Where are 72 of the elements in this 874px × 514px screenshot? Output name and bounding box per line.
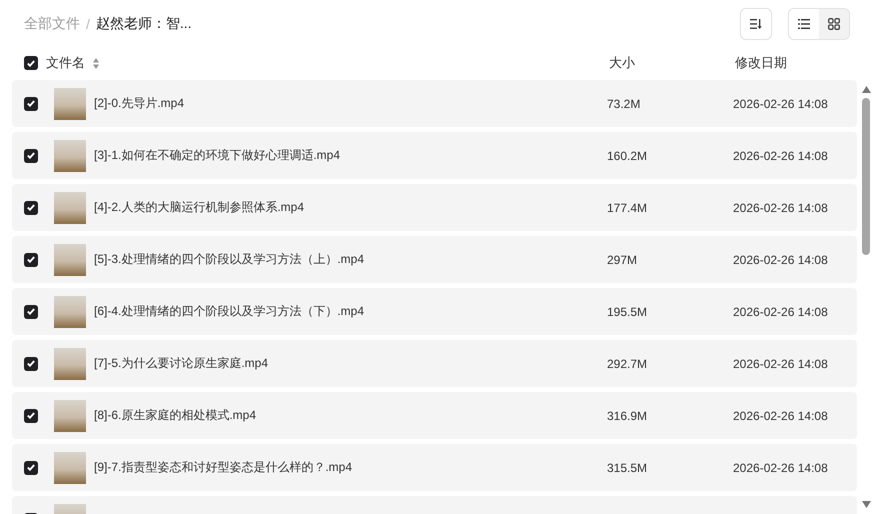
modified-date: 2026-02-26 14:08 [733,460,828,474]
breadcrumb-separator: / [86,16,90,32]
sort-arrows-icon[interactable] [93,58,99,68]
checkbox[interactable] [24,200,38,214]
grid-icon [828,18,840,30]
file-name: [4]-2.人类的大脑运行机制参照体系.mp4 [94,199,304,216]
modified-date: 2026-02-26 14:08 [733,304,828,318]
checkmark-icon [27,464,35,471]
file-row[interactable]: [5]-3.处理情绪的四个阶段以及学习方法（上）.mp4 297M 2026-02-26 14:08 [12,236,857,283]
file-size: 160.2M [607,148,648,162]
file-name: [3]-1.如何在不确定的环境下做好心理调适.mp4 [94,147,340,164]
checkmark-icon [27,100,35,107]
checkbox[interactable] [24,356,38,370]
file-name: [2]-0.先导片.mp4 [94,95,184,112]
checkbox[interactable] [24,252,38,266]
video-thumbnail-placeholder [54,296,86,328]
breadcrumb-link[interactable]: 赵然老师：智... [96,15,192,33]
scrollbar-thumb[interactable] [862,98,870,255]
file-row[interactable]: [2]-0.先导片.mp4 73.2M 2026-02-26 14:08 [12,80,857,127]
checkbox[interactable] [24,148,38,162]
file-row[interactable]: [9]-7.指责型姿态和讨好型姿态是什么样的？.mp4 315.5M 2026-02-26 14:08 [12,444,857,491]
checkbox[interactable] [24,460,38,474]
checkbox[interactable] [24,96,38,110]
file-size: 316.9M [607,408,648,422]
file-name: [6]-4.处理情绪的四个阶段以及学习方法（下）.mp4 [94,303,364,320]
checkbox[interactable] [24,304,38,318]
file-name: [5]-3.处理情绪的四个阶段以及学习方法（上）.mp4 [94,251,364,268]
scroll-down-icon[interactable] [862,500,870,508]
file-size: 315.5M [607,460,648,474]
checkmark-icon [27,152,35,159]
checkmark-icon [27,60,35,66]
file-size: 177.4M [607,200,648,214]
video-thumbnail-placeholder [54,400,86,432]
column-header[interactable]: 文件名 [46,54,85,72]
sort-button[interactable] [740,8,772,40]
file-row[interactable]: [6]-4.处理情绪的四个阶段以及学习方法（下）.mp4 195.5M 2026-02-26 14:08 [12,288,857,335]
list-view-button[interactable] [789,9,819,39]
file-size: 73.2M [607,96,640,110]
file-name: [9]-7.指责型姿态和讨好型姿态是什么样的？.mp4 [94,459,352,476]
column-header[interactable]: 修改日期 [735,55,787,70]
modified-date: 2026-02-26 14:08 [733,408,828,422]
file-size: 297M [607,252,638,266]
column-header[interactable]: 大小 [609,55,635,70]
checkmark-icon [27,308,35,315]
file-name: [8]-6.原生家庭的相处模式.mp4 [94,407,256,424]
video-thumbnail-placeholder [54,88,86,120]
video-thumbnail-placeholder [54,348,86,380]
checkmark-icon [27,360,35,367]
file-size: 195.5M [607,304,648,318]
file-row[interactable]: [4]-2.人类的大脑运行机制参照体系.mp4 177.4M 2026-02-26 14:08 [12,184,857,231]
sort-icon [750,19,762,29]
video-thumbnail-placeholder [54,452,86,484]
checkbox[interactable] [24,56,38,70]
modified-date: 2026-02-26 14:08 [733,356,828,370]
checkmark-icon [27,256,35,263]
video-thumbnail-placeholder [54,192,86,224]
scroll-up-icon[interactable] [862,86,870,94]
file-row[interactable]: [8]-6.原生家庭的相处模式.mp4 316.9M 2026-02-26 14:08 [12,392,857,439]
video-thumbnail-placeholder [54,140,86,172]
file-name: [7]-5.为什么要讨论原生家庭.mp4 [94,355,268,372]
file-size: 292.7M [607,356,648,370]
file-row[interactable]: [3]-1.如何在不确定的环境下做好心理调适.mp4 160.2M 2026-02-26 14:08 [12,132,857,179]
list-icon [798,19,810,29]
file-row[interactable]: [7]-5.为什么要讨论原生家庭.mp4 292.7M 2026-02-26 14:08 [12,340,857,387]
modified-date: 2026-02-26 14:08 [733,200,828,214]
checkmark-icon [27,204,35,211]
modified-date: 2026-02-26 14:08 [733,148,828,162]
modified-date: 2026-02-26 14:08 [733,252,828,266]
checkbox[interactable] [24,408,38,422]
modified-date: 2026-02-26 14:08 [733,96,828,110]
checkmark-icon [27,412,35,419]
video-thumbnail-placeholder [54,244,86,276]
